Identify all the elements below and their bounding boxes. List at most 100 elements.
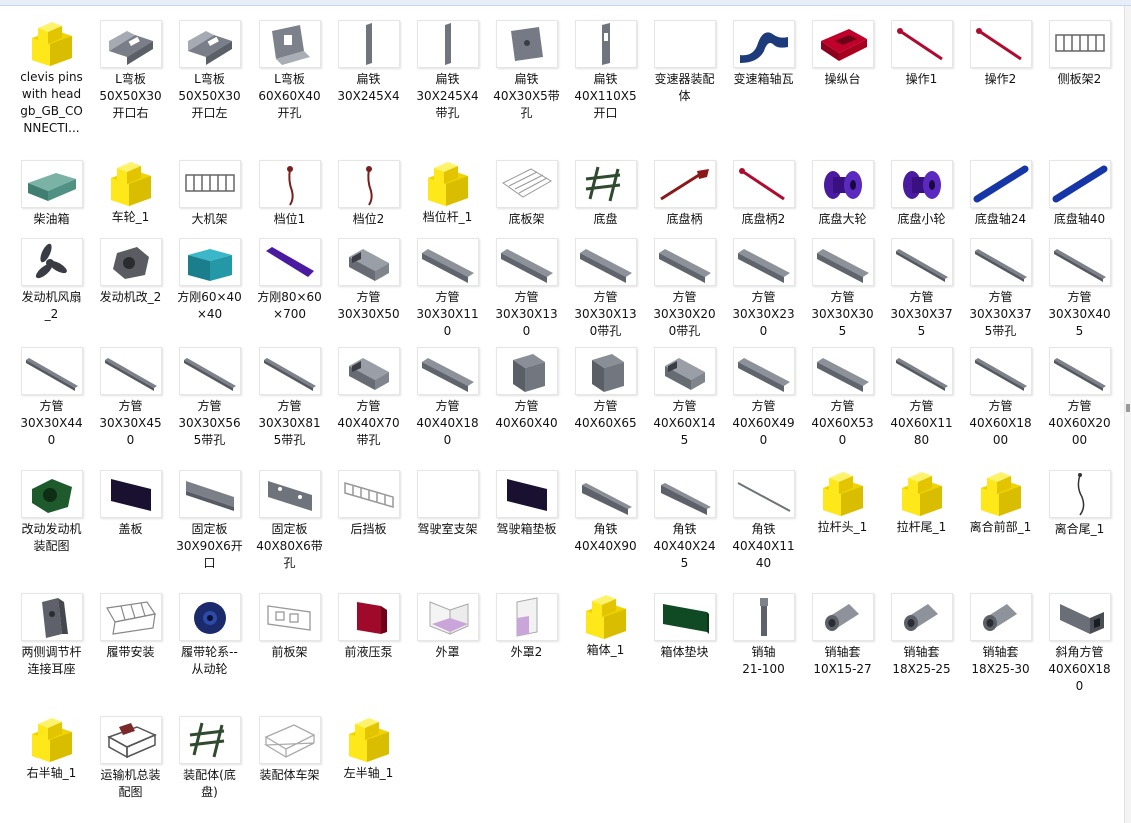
file-item[interactable]: 底盘 xyxy=(566,160,645,228)
file-item[interactable]: 方管 40X60X49 0 xyxy=(724,347,803,449)
file-item[interactable]: 方管 30X30X44 0 xyxy=(12,347,91,449)
file-item[interactable]: 驾驶箱垫板 xyxy=(487,470,566,538)
file-item[interactable]: 方管 40X40X70 带孔 xyxy=(329,347,408,449)
file-item[interactable]: 外罩2 xyxy=(487,593,566,661)
file-item[interactable]: 车轮_1 xyxy=(91,160,170,226)
file-item[interactable]: 拉杆尾_1 xyxy=(882,470,961,536)
file-item[interactable]: 运输机总装 配图 xyxy=(91,716,170,801)
file-item[interactable]: 装配体(底 盘) xyxy=(170,716,249,801)
file-item[interactable]: 发动机风扇 _2 xyxy=(12,238,91,323)
file-item[interactable]: 离合前部_1 xyxy=(961,470,1040,536)
file-item[interactable]: 固定板 40X80X6带 孔 xyxy=(250,470,329,572)
file-item[interactable]: 操作2 xyxy=(961,20,1040,88)
file-item[interactable]: 方管 30X30X13 0带孔 xyxy=(566,238,645,340)
file-name-label: 方管 30X30X81 5带孔 xyxy=(258,399,321,447)
file-list-pane[interactable]: clevis pins with head gb_GB_CO NNECTI...… xyxy=(0,6,1124,823)
file-item[interactable]: 履带轮系-- 从动轮 xyxy=(170,593,249,678)
file-item[interactable]: 箱体_1 xyxy=(566,593,645,659)
file-item[interactable]: 角铁 40X40X90 xyxy=(566,470,645,555)
file-item[interactable]: 方刚60×40 ×40 xyxy=(170,238,249,323)
file-item[interactable]: L弯板 50X50X30 开口右 xyxy=(91,20,170,122)
file-item[interactable]: 销轴套 18X25-30 xyxy=(961,593,1040,678)
file-item[interactable]: 方管 30X30X13 0 xyxy=(487,238,566,340)
file-item[interactable]: 底盘轴40 xyxy=(1040,160,1119,228)
file-item[interactable]: 后挡板 xyxy=(329,470,408,538)
file-item[interactable]: 履带安装 xyxy=(91,593,170,661)
file-item[interactable]: 方管 40X40X18 0 xyxy=(408,347,487,449)
file-item[interactable]: 扁铁 30X245X4 xyxy=(329,20,408,105)
file-item[interactable]: 前液压泵 xyxy=(329,593,408,661)
vertical-scrollbar[interactable] xyxy=(1124,6,1131,823)
file-item[interactable]: 方管 30X30X56 5带孔 xyxy=(170,347,249,449)
file-item[interactable]: 扁铁 40X110X5 开口 xyxy=(566,20,645,122)
file-item[interactable]: 方管 40X60X18 00 xyxy=(961,347,1040,449)
file-item[interactable]: 大机架 xyxy=(170,160,249,228)
file-item[interactable]: 改动发动机 装配图 xyxy=(12,470,91,555)
file-item[interactable]: 底板架 xyxy=(487,160,566,228)
file-item[interactable]: 销轴 21-100 xyxy=(724,593,803,678)
file-item[interactable]: 前板架 xyxy=(250,593,329,661)
grid-icon xyxy=(495,160,558,208)
file-item[interactable]: 角铁 40X40X11 40 xyxy=(724,470,803,572)
file-item[interactable]: 侧板架2 xyxy=(1040,20,1119,88)
file-item[interactable]: 两侧调节杆 连接耳座 xyxy=(12,593,91,678)
file-item[interactable]: 斜角方管 40X60X18 0 xyxy=(1040,593,1119,695)
file-item[interactable]: 方管 40X60X53 0 xyxy=(803,347,882,449)
file-item[interactable]: 变速箱轴瓦 xyxy=(724,20,803,88)
file-item[interactable]: 方管 30X30X45 0 xyxy=(91,347,170,449)
file-item[interactable]: 左半轴_1 xyxy=(329,716,408,782)
file-item[interactable]: 驾驶室支架 xyxy=(408,470,487,538)
file-item[interactable]: 角铁 40X40X24 5 xyxy=(645,470,724,572)
file-item[interactable]: 扁铁 30X245X4 带孔 xyxy=(408,20,487,122)
file-item[interactable]: 盖板 xyxy=(91,470,170,538)
file-item[interactable]: 操纵台 xyxy=(803,20,882,88)
file-item[interactable]: 方管 30X30X37 5带孔 xyxy=(961,238,1040,340)
console-icon xyxy=(811,20,874,68)
file-item[interactable]: 方管 30X30X11 0 xyxy=(408,238,487,340)
file-item[interactable]: 底盘柄 xyxy=(645,160,724,228)
file-item[interactable]: 档位2 xyxy=(329,160,408,228)
file-item[interactable]: 方管 40X60X20 00 xyxy=(1040,347,1119,449)
file-item[interactable]: clevis pins with head gb_GB_CO NNECTI... xyxy=(12,20,91,137)
file-item[interactable]: 方管 30X30X23 0 xyxy=(724,238,803,340)
file-item[interactable]: 离合尾_1 xyxy=(1040,470,1119,538)
file-item[interactable]: 方管 40X60X11 80 xyxy=(882,347,961,449)
file-item[interactable]: 拉杆头_1 xyxy=(803,470,882,536)
file-item[interactable]: 方管 40X60X40 xyxy=(487,347,566,432)
file-item[interactable]: 方管 40X60X65 xyxy=(566,347,645,432)
file-name-label: 方管 40X60X20 00 xyxy=(1048,399,1111,447)
file-item[interactable]: 扁铁 40X30X5带 孔 xyxy=(487,20,566,122)
scrollbar-grip[interactable] xyxy=(1126,404,1130,412)
file-item[interactable]: 柴油箱 xyxy=(12,160,91,228)
file-item[interactable]: 固定板 30X90X6开 口 xyxy=(170,470,249,572)
file-item[interactable]: 底盘柄2 xyxy=(724,160,803,228)
file-item[interactable]: 销轴套 10X15-27 xyxy=(803,593,882,678)
file-item[interactable]: 方管 30X30X20 0带孔 xyxy=(645,238,724,340)
file-item[interactable]: 方管 30X30X30 5 xyxy=(803,238,882,340)
file-item[interactable]: 操作1 xyxy=(882,20,961,88)
file-item[interactable]: 底盘大轮 xyxy=(803,160,882,228)
file-item[interactable]: L弯板 50X50X30 开口左 xyxy=(170,20,249,122)
file-item[interactable]: 档位杆_1 xyxy=(408,160,487,226)
file-item[interactable]: 变速器装配 体 xyxy=(645,20,724,105)
file-item[interactable]: 右半轴_1 xyxy=(12,716,91,782)
file-item[interactable]: 方管 30X30X50 xyxy=(329,238,408,323)
file-item[interactable]: 底盘小轮 xyxy=(882,160,961,228)
part-document-icon xyxy=(891,470,952,516)
file-item[interactable]: 箱体垫块 xyxy=(645,593,724,661)
file-item[interactable]: 方管 40X60X14 5 xyxy=(645,347,724,449)
file-item[interactable]: 档位1 xyxy=(250,160,329,228)
file-item[interactable]: 销轴套 18X25-25 xyxy=(882,593,961,678)
file-item[interactable]: 底盘轴24 xyxy=(961,160,1040,228)
file-name-label: 驾驶室支架 xyxy=(417,522,478,536)
file-item[interactable]: 外罩 xyxy=(408,593,487,661)
file-item[interactable]: 方管 30X30X40 5 xyxy=(1040,238,1119,340)
file-item[interactable]: 发动机改_2 xyxy=(91,238,170,306)
file-item[interactable]: L弯板 60X60X40 开孔 xyxy=(250,20,329,122)
file-item[interactable]: 方刚80×60 ×700 xyxy=(250,238,329,323)
file-name-label: 方管 40X40X70 带孔 xyxy=(337,399,400,447)
file-name-label: 方管 40X60X65 xyxy=(574,399,637,430)
file-item[interactable]: 方管 30X30X81 5带孔 xyxy=(250,347,329,449)
file-item[interactable]: 装配体车架 xyxy=(250,716,329,784)
file-item[interactable]: 方管 30X30X37 5 xyxy=(882,238,961,340)
